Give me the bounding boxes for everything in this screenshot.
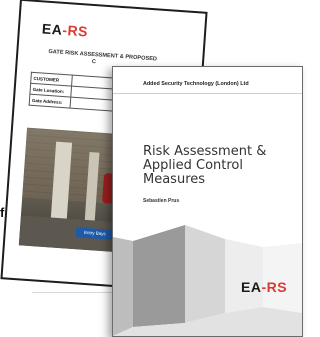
header-divider [113,93,302,94]
ears-logo: EA-RS [241,279,288,295]
cover-author: Sebastien Prus [143,198,180,204]
risk-assessment-cover: Added Security Technology (London) Ltd R… [112,66,303,337]
cover-title: Risk Assessment & Applied Control Measur… [143,144,267,187]
geometric-cover-art [113,225,302,336]
divider [32,292,112,293]
company-name: Added Security Technology (London) Ltd [143,81,249,87]
ears-logo: EA-RS [41,20,89,40]
